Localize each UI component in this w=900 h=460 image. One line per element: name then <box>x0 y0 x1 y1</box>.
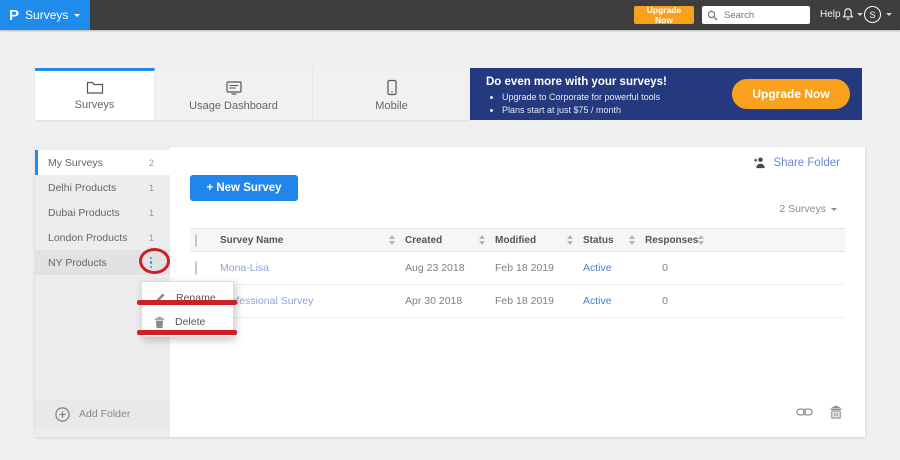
bell-chevron-down-icon[interactable] <box>857 13 863 19</box>
surveys-table: Survey Name Created Modified Status Resp… <box>190 228 845 318</box>
column-header: Survey Name <box>220 234 284 246</box>
folder-label: Delhi Products <box>48 181 117 194</box>
account-chevron-down-icon[interactable] <box>886 13 892 19</box>
folder-label: Dubai Products <box>48 206 120 219</box>
help-link[interactable]: Help <box>820 9 841 20</box>
add-folder-button[interactable]: Add Folder <box>35 400 170 428</box>
pencil-icon <box>155 293 165 303</box>
modified-cell: Feb 18 2019 <box>495 262 554 274</box>
share-folder-label: Share Folder <box>773 156 840 169</box>
folder-options-kebab-icon[interactable] <box>148 255 155 271</box>
notifications-bell-icon[interactable] <box>841 7 855 27</box>
status-value[interactable]: Active <box>583 295 612 307</box>
table-footer-actions <box>796 405 843 425</box>
tab-surveys[interactable]: Surveys <box>35 68 155 120</box>
status-value[interactable]: Active <box>583 262 612 274</box>
created-cell: Aug 23 2018 <box>405 262 465 274</box>
link-icon[interactable] <box>796 405 813 425</box>
topbar: P Surveys Upgrade Now Help S <box>0 0 900 30</box>
section-tabs: Surveys Usage Dashboard Mobile <box>35 68 470 120</box>
table-row: Professional Survey Apr 30 2018 Feb 18 2… <box>190 285 845 318</box>
proprofs-logo-icon: P <box>9 6 20 24</box>
tab-label: Usage Dashboard <box>189 99 278 112</box>
tab-label: Surveys <box>74 99 115 111</box>
responses-value: 0 <box>662 262 668 274</box>
sidebar-item-dubai-products[interactable]: Dubai Products 1 <box>35 200 170 225</box>
promo-banner: Do even more with your surveys! Upgrade … <box>470 68 862 120</box>
folder-count: 1 <box>148 232 154 243</box>
tab-usage-dashboard[interactable]: Usage Dashboard <box>155 68 313 120</box>
new-survey-button[interactable]: + New Survey <box>190 175 298 201</box>
row-checkbox[interactable] <box>195 261 197 275</box>
surveys-count-dropdown[interactable]: 2 Surveys <box>779 203 837 215</box>
sidebar-item-ny-products[interactable]: NY Products <box>35 250 170 275</box>
sort-icon[interactable] <box>629 235 635 245</box>
menu-item-label: Rename <box>176 292 216 304</box>
sidebar-item-my-surveys[interactable]: My Surveys 2 <box>35 150 170 175</box>
context-menu-delete[interactable]: Delete <box>142 310 233 334</box>
tab-label: Mobile <box>375 100 408 112</box>
folder-count: 1 <box>148 207 154 218</box>
chevron-down-icon <box>831 208 837 214</box>
column-header: Created <box>405 234 443 246</box>
upgrade-now-button-top[interactable]: Upgrade Now <box>634 5 694 25</box>
app-root: P Surveys Upgrade Now Help S <box>0 0 900 460</box>
avatar[interactable]: S <box>864 6 881 23</box>
search-icon <box>707 10 718 20</box>
folder-count: 2 <box>148 157 154 168</box>
mobile-icon <box>386 79 397 96</box>
context-menu-rename[interactable]: Rename <box>142 286 233 310</box>
dashboard-icon <box>225 80 242 95</box>
search-box[interactable] <box>702 6 810 24</box>
folder-label: My Surveys <box>48 156 103 169</box>
trash-icon[interactable] <box>829 405 843 425</box>
sort-icon[interactable] <box>389 235 395 245</box>
sort-icon[interactable] <box>479 235 485 245</box>
search-input[interactable] <box>722 8 804 22</box>
survey-name-link[interactable]: Mona-Lisa <box>220 262 269 274</box>
table-header-row: Survey Name Created Modified Status Resp… <box>190 228 845 252</box>
folder-icon <box>86 81 103 94</box>
product-name: Surveys <box>25 8 69 22</box>
chevron-down-icon <box>74 14 81 20</box>
upgrade-now-button-banner[interactable]: Upgrade Now <box>732 79 850 109</box>
menu-item-label: Delete <box>175 316 206 328</box>
sort-icon[interactable] <box>698 235 705 245</box>
plus-circle-icon <box>55 406 70 422</box>
share-person-add-icon <box>753 157 765 169</box>
folder-context-menu: Rename Delete <box>141 281 234 337</box>
column-header: Responses <box>645 234 699 246</box>
share-folder-button[interactable]: Share Folder <box>753 156 840 169</box>
created-cell: Apr 30 2018 <box>405 295 463 307</box>
responses-value: 0 <box>662 295 668 307</box>
sidebar-item-london-products[interactable]: London Products 1 <box>35 225 170 250</box>
brand-logo[interactable]: P Surveys <box>0 0 90 30</box>
select-all-checkbox[interactable] <box>195 233 197 247</box>
folder-count: 1 <box>148 182 154 193</box>
modified-cell: Feb 18 2019 <box>495 295 554 307</box>
table-row: Mona-Lisa Aug 23 2018 Feb 18 2019 Active… <box>190 252 845 285</box>
sidebar-item-delhi-products[interactable]: Delhi Products 1 <box>35 175 170 200</box>
folder-label: London Products <box>48 231 128 244</box>
surveys-count-label: 2 Surveys <box>779 203 826 215</box>
sort-icon[interactable] <box>567 235 573 245</box>
trash-icon <box>154 316 165 328</box>
survey-name-link[interactable]: Professional Survey <box>220 295 313 307</box>
surveys-panel: Share Folder + New Survey 2 Surveys Surv… <box>170 147 865 437</box>
add-folder-label: Add Folder <box>79 408 131 420</box>
column-header: Modified <box>495 234 537 246</box>
column-header: Status <box>583 234 614 246</box>
tab-mobile[interactable]: Mobile <box>313 68 470 120</box>
folder-label: NY Products <box>48 256 107 269</box>
